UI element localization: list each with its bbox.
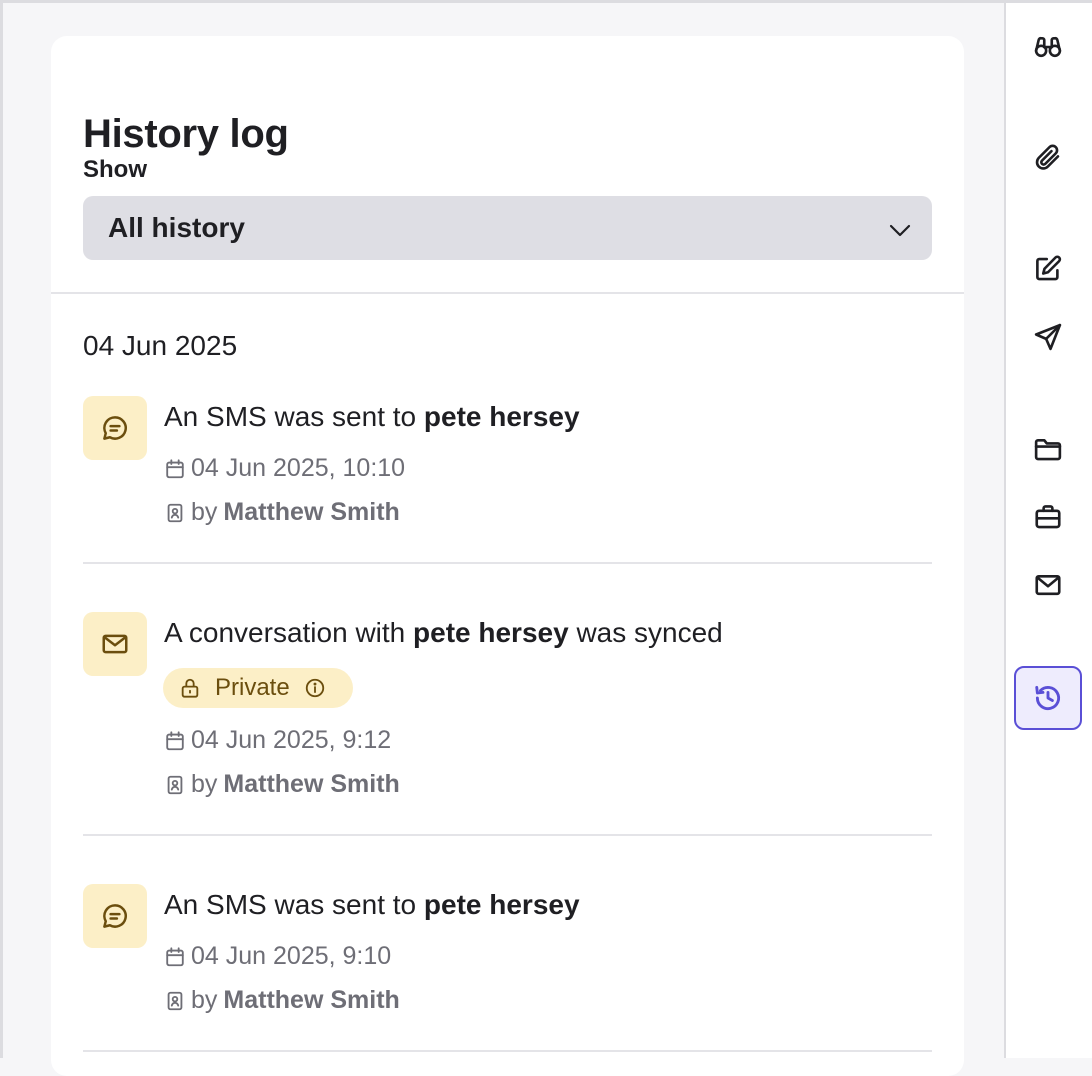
entry-type-badge	[83, 396, 147, 460]
envelope-icon	[102, 634, 128, 654]
entry-description: An SMS was sent to pete hersey	[164, 401, 580, 433]
entry-type-badge	[83, 884, 147, 948]
send-icon	[1034, 323, 1062, 351]
entry-contact-name: pete hersey	[423, 401, 580, 432]
history-filter-value: All history	[108, 212, 245, 243]
history-filter-select[interactable]: All history	[83, 196, 932, 260]
entry-author-name: Matthew Smith	[223, 986, 400, 1014]
chat-bubble-icon	[103, 904, 127, 928]
entry-timestamp: 04 Jun 2025, 10:10	[164, 454, 405, 483]
entry-divider	[83, 562, 932, 564]
calendar-icon	[166, 458, 184, 478]
panel-header: History log Show All history	[51, 36, 964, 292]
history-icon	[1035, 685, 1061, 711]
rail-button-attachments[interactable]	[1014, 125, 1082, 189]
rail-button-send[interactable]	[1014, 305, 1082, 369]
history-log-panel: History log Show All history 04 Jun 2025…	[51, 36, 964, 1076]
rail-button-notes[interactable]	[1014, 237, 1082, 301]
entry-contact-name: pete hersey	[423, 889, 580, 920]
header-divider	[51, 292, 964, 294]
entry-timestamp-text: 04 Jun 2025, 9:12	[191, 726, 392, 754]
entry-author: by Matthew Smith	[164, 986, 400, 1015]
entry-timestamp: 04 Jun 2025, 9:10	[164, 942, 391, 971]
rail-button-files[interactable]	[1014, 417, 1082, 481]
rail-button-insights[interactable]	[1014, 15, 1082, 79]
entry-author-name: Matthew Smith	[223, 770, 400, 798]
entry-by-label: by	[191, 986, 218, 1014]
calendar-icon	[166, 730, 184, 750]
chevron-down-icon	[889, 224, 911, 237]
chat-bubble-icon	[103, 416, 127, 440]
edit-icon	[1036, 255, 1062, 281]
entry-by-label: by	[191, 498, 218, 526]
filter-label: Show	[83, 156, 147, 183]
entry-divider	[83, 834, 932, 836]
entry-text-prefix: A conversation with	[164, 617, 414, 648]
rail-button-history[interactable]	[1014, 666, 1082, 730]
entry-timestamp-text: 04 Jun 2025, 9:10	[191, 942, 392, 970]
rail-button-deals[interactable]	[1014, 485, 1082, 549]
entry-timestamp-text: 04 Jun 2025, 10:10	[191, 454, 406, 482]
page-title: History log	[83, 112, 289, 156]
entry-text-prefix: An SMS was sent to	[164, 401, 424, 432]
entry-author: by Matthew Smith	[164, 770, 400, 799]
mail-icon	[1035, 574, 1061, 596]
entry-author-name: Matthew Smith	[223, 498, 400, 526]
date-group-heading: 04 Jun 2025	[83, 330, 238, 361]
calendar-icon	[166, 946, 184, 966]
privacy-badge-label: Private	[215, 674, 290, 701]
entry-contact-name: pete hersey	[413, 617, 569, 648]
info-icon[interactable]	[304, 677, 326, 699]
entry-by-label: by	[191, 770, 218, 798]
privacy-badge: Private	[163, 668, 353, 708]
binoculars-icon	[1034, 36, 1062, 58]
lock-icon	[181, 678, 199, 698]
right-action-rail	[1006, 3, 1092, 1058]
window-left-border	[0, 0, 3, 1058]
folder-icon	[1034, 438, 1062, 461]
entry-description: A conversation with pete hersey was sync…	[164, 617, 723, 649]
contact-badge-icon	[167, 991, 183, 1010]
entry-text-prefix: An SMS was sent to	[164, 889, 424, 920]
entry-divider	[83, 1050, 932, 1052]
entry-author: by Matthew Smith	[164, 498, 400, 527]
window-top-border	[0, 0, 1092, 3]
rail-button-email[interactable]	[1014, 553, 1082, 617]
contact-badge-icon	[167, 775, 183, 794]
entry-type-badge	[83, 612, 147, 676]
entry-description: An SMS was sent to pete hersey	[164, 889, 580, 921]
entry-text-suffix: was synced	[568, 617, 723, 648]
paperclip-icon	[1035, 144, 1060, 170]
contact-badge-icon	[167, 503, 183, 522]
briefcase-icon	[1035, 505, 1061, 529]
entry-timestamp: 04 Jun 2025, 9:12	[164, 726, 391, 755]
